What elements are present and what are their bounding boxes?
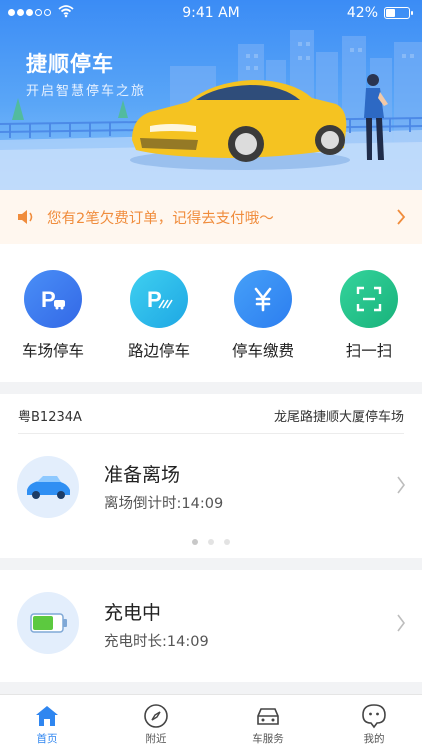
charging-status-card[interactable]: 充电中 充电时长:14:09 — [0, 570, 422, 682]
scan-icon — [340, 270, 398, 328]
action-label: 停车缴费 — [231, 342, 294, 360]
license-plate: 粤B1234A — [18, 410, 82, 425]
tab-label: 我的 — [363, 733, 385, 745]
compass-icon — [116, 701, 196, 731]
charging-duration: 充电时长:14:09 — [104, 634, 209, 650]
lot-parking-button[interactable]: P 车场停车 — [3, 270, 103, 361]
leave-countdown: 离场倒计时:14:09 — [104, 496, 224, 512]
tab-car-service[interactable]: 车服务 — [228, 701, 308, 746]
car-service-icon — [228, 701, 308, 731]
action-label: 路边停车 — [127, 342, 190, 360]
app-slogan: 开启智慧停车之旅 — [26, 84, 147, 99]
status-bar: 9:41 AM 42% — [0, 0, 422, 26]
tab-label: 车服务 — [252, 733, 284, 745]
bottom-tab-bar: 首页 附近 车服务 我的 — [0, 694, 422, 750]
parking-lot-name: 龙尾路捷顺大厦停车场 — [273, 410, 404, 425]
action-label: 扫一扫 — [345, 342, 393, 360]
notice-text: 您有2笔欠费订单，记得去支付哦～ — [47, 211, 274, 227]
chevron-right-icon — [397, 476, 405, 494]
unpaid-orders-notice[interactable]: 您有2笔欠费订单，记得去支付哦～ — [0, 190, 422, 244]
parking-status-card[interactable]: 粤B1234A 龙尾路捷顺大厦停车场 准备离场 离场倒计时:14:09 — [0, 394, 422, 558]
leave-status-row[interactable]: 准备离场 离场倒计时:14:09 — [0, 456, 422, 546]
action-label: 车场停车 — [21, 342, 84, 360]
tab-label: 附近 — [145, 733, 167, 745]
charging-row[interactable]: 充电中 充电时长:14:09 — [0, 592, 422, 682]
speaker-icon — [18, 210, 33, 224]
quick-actions: P 车场停车 P 路边停车 停车缴费 扫一扫 — [0, 244, 422, 382]
car-icon — [17, 456, 79, 518]
app-screen: 捷顺停车 开启智慧停车之旅 9:41 AM 42% 您有2笔欠费订单，记得去支付… — [0, 0, 422, 750]
battery-icon — [384, 7, 413, 19]
app-title: 捷顺停车 — [26, 52, 114, 76]
chevron-right-icon — [397, 209, 406, 225]
roadside-parking-icon: P — [130, 270, 188, 328]
parking-lot-icon: P — [24, 270, 82, 328]
battery-charging-icon — [17, 592, 79, 654]
home-icon — [7, 701, 87, 731]
tab-profile[interactable]: 我的 — [334, 701, 414, 746]
profile-icon — [334, 701, 414, 731]
roadside-parking-button[interactable]: P 路边停车 — [109, 270, 209, 361]
hero-banner[interactable]: 捷顺停车 开启智慧停车之旅 — [0, 0, 422, 190]
svg-text:P: P — [41, 287, 56, 312]
tab-nearby[interactable]: 附近 — [116, 701, 196, 746]
battery-percent: 42% — [346, 5, 378, 21]
chevron-right-icon — [397, 614, 405, 632]
scan-button[interactable]: 扫一扫 — [319, 270, 419, 361]
tab-home[interactable]: 首页 — [7, 701, 87, 746]
charging-title: 充电中 — [104, 602, 162, 624]
parking-payment-button[interactable]: 停车缴费 — [213, 270, 313, 361]
parking-info-row: 粤B1234A 龙尾路捷顺大厦停车场 — [18, 394, 404, 434]
yuan-payment-icon — [234, 270, 292, 328]
tab-label: 首页 — [36, 733, 58, 745]
carousel-indicator — [0, 539, 422, 545]
leave-status-title: 准备离场 — [104, 464, 181, 486]
